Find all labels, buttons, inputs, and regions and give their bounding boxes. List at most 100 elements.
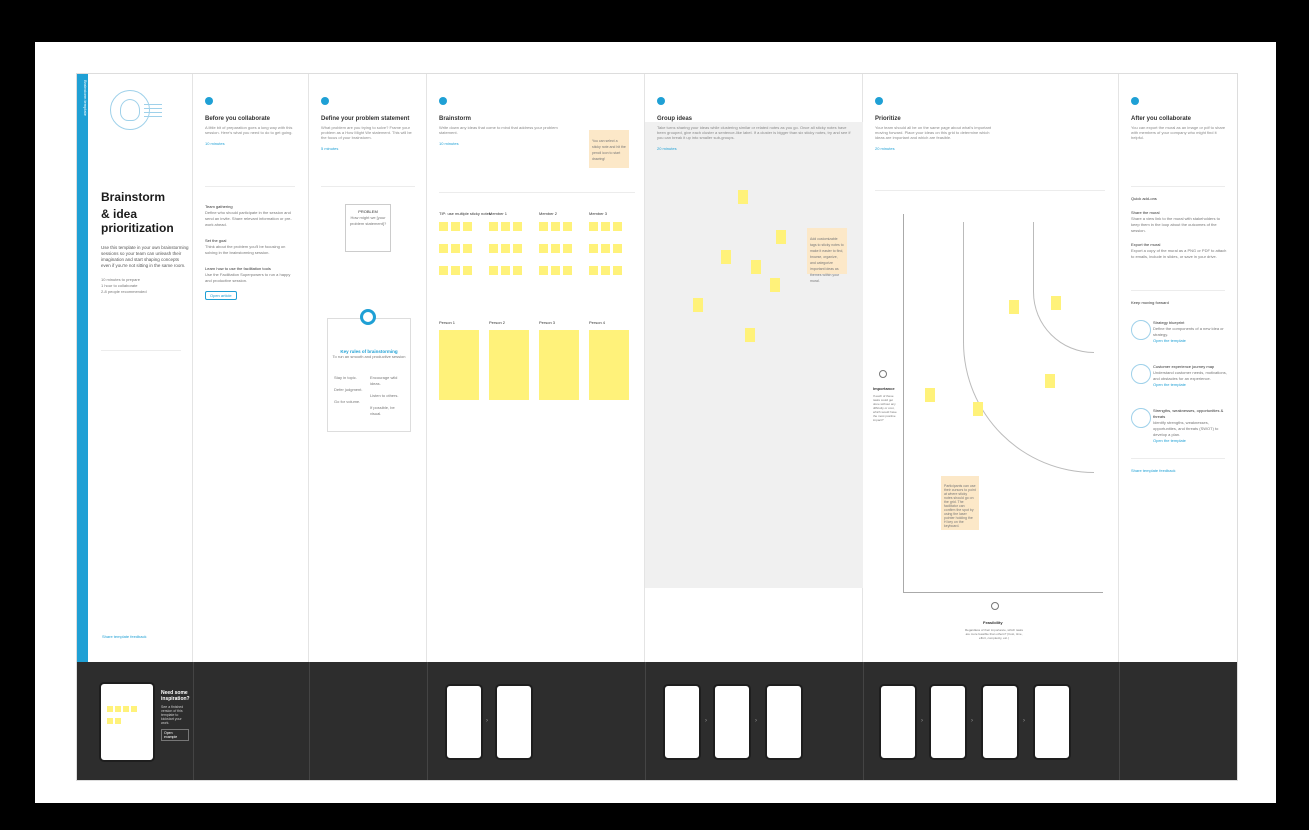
after-feedback-link[interactable]: Share template feedback [1131,468,1175,474]
prioritize-sticky[interactable] [1045,374,1055,388]
collab-step-2: Set the goal Think about the problem you… [205,238,297,256]
prioritize-sticky[interactable] [973,402,983,416]
strategy-icon [1131,320,1151,340]
group-sticky[interactable] [776,230,786,244]
brainstorm-header-1: TIP: use multiple sticky notes [439,211,491,216]
step-6-icon [1131,97,1139,105]
rule-3: Defer judgment. [334,387,363,392]
sticky-cluster-2[interactable] [489,222,529,292]
viewport: Brainstorm template Brainstorm & idea pr… [33,40,1278,805]
screen-frame: Brainstorm template Brainstorm & idea pr… [0,0,1309,830]
prioritize-example-3[interactable] [981,684,1019,760]
y-axis [903,214,904,592]
link-strategy[interactable]: Strategy blueprint Define the components… [1153,320,1227,344]
link-strategy-cta[interactable]: Open the template [1153,338,1227,344]
group-sticky[interactable] [693,298,703,312]
link-strategy-body: Define the components of a new idea or s… [1153,326,1224,337]
key-rules-card: Key rules of brainstorming To run an smo… [327,309,411,432]
brainstorm-tip-note[interactable]: You can select a sticky note and hit the… [589,130,629,168]
brainstorm-example-1[interactable] [445,684,483,760]
after-body: You can export the mural as an image or … [1131,125,1226,140]
feasibility-icon [991,602,999,610]
addon-export-body: Export a copy of the mural as a PNG or P… [1131,248,1227,259]
brainstorm-time: 10 minutes [439,141,459,146]
sticky-cluster-1[interactable] [439,222,479,292]
addon-export[interactable]: Export the mural Export a copy of the mu… [1131,242,1227,260]
person-2-label: Person 2 [489,320,506,325]
group-sticky[interactable] [751,260,761,274]
step-4-icon [657,97,665,105]
person-3-grid[interactable] [539,330,579,400]
mural-board[interactable]: Brainstorm template Brainstorm & idea pr… [77,74,1237,780]
problem-card[interactable]: PROBLEM How might we [your problem state… [345,204,391,252]
collab-step-1-body: Define who should participate in the ses… [205,210,292,227]
prioritize-example-1[interactable] [879,684,917,760]
prioritize-divider [875,190,1105,191]
person-1-grid[interactable] [439,330,479,400]
step-3-icon [439,97,447,105]
prioritize-example-4[interactable] [1033,684,1071,760]
prioritize-title: Prioritize [875,116,901,122]
example-bar: Need some inspiration? See a finished ve… [77,662,1237,780]
person-4-grid[interactable] [589,330,629,400]
brainstorm-column: Brainstorm Write down any ideas that com… [427,74,645,662]
strip-label: Brainstorm template [83,80,88,116]
prioritize-sticky[interactable] [1009,300,1019,314]
problem-time: 5 minutes [321,146,339,151]
group-sticky[interactable] [721,250,731,264]
example-thumbnail[interactable] [99,682,155,762]
need-inspiration-label: Need some inspiration? [161,690,190,702]
after-divider-3 [1131,458,1225,459]
sticky-cluster-3[interactable] [539,222,579,292]
quick-addons-label: Quick add-ons [1131,196,1157,201]
template-feedback-link[interactable]: Share template feedback [102,634,146,639]
addon-share[interactable]: Share the mural Share a view link to the… [1131,210,1227,234]
prioritize-tip-note[interactable]: Participants can use their cursors to po… [941,476,979,530]
arrow-icon: › [921,718,923,724]
link-swot-title: Strengths, weaknesses, opportunities & t… [1153,408,1224,419]
link-journey[interactable]: Customer experience journey map Understa… [1153,364,1227,388]
inspiration-body: See a finished version of this template … [161,705,184,725]
rule-5: Go for volume. [334,399,361,404]
group-tip-note[interactable]: Add customizable tags to sticky notes to… [807,228,847,283]
keep-moving-label: Keep moving forward [1131,300,1169,305]
group-example-1[interactable] [663,684,701,760]
collaborate-time: 10 minutes [205,141,225,146]
template-description: Use this template in your own brainstorm… [101,245,189,268]
intro-column: Brainstorm & idea prioritization Use thi… [88,74,193,662]
prioritize-example-2[interactable] [929,684,967,760]
link-swot-cta[interactable]: Open the template [1153,438,1227,444]
group-sticky[interactable] [738,190,748,204]
person-2-grid[interactable] [489,330,529,400]
link-journey-body: Understand customer needs, motivations, … [1153,370,1227,381]
brainstorm-divider [439,192,635,193]
prioritize-column: Prioritize Your team should all be on th… [863,74,1119,662]
group-sticky[interactable] [770,278,780,292]
logo-lines [144,104,162,117]
brainstorm-example-2[interactable] [495,684,533,760]
template-title-line2: & idea prioritization [101,207,174,235]
link-journey-cta[interactable]: Open the template [1153,382,1227,388]
prioritize-sticky[interactable] [925,388,935,402]
group-sticky[interactable] [745,328,755,342]
collab-step-3: Learn how to use the facilitation tools … [205,266,297,302]
step-1-icon [205,97,213,105]
arrow-icon: › [755,718,757,724]
after-title: After you collaborate [1131,116,1192,122]
link-swot[interactable]: Strengths, weaknesses, opportunities & t… [1153,408,1227,444]
problem-title: Define your problem statement [321,116,410,122]
importance-icon [879,370,887,378]
group-example-3[interactable] [765,684,803,760]
swot-icon [1131,408,1151,428]
prioritize-body: Your team should all be on the same page… [875,125,992,140]
key-rules-icon [360,309,376,325]
arrow-icon: › [486,718,488,724]
step-2-icon [321,97,329,105]
group-title: Group ideas [657,116,693,122]
open-article-button[interactable]: Open article [205,291,237,300]
group-body: Take turns sharing your ideas while clus… [657,125,851,140]
open-example-button[interactable]: Open example [161,729,189,741]
prioritize-sticky[interactable] [1051,296,1061,310]
group-example-2[interactable] [713,684,751,760]
sticky-cluster-4[interactable] [589,222,629,292]
